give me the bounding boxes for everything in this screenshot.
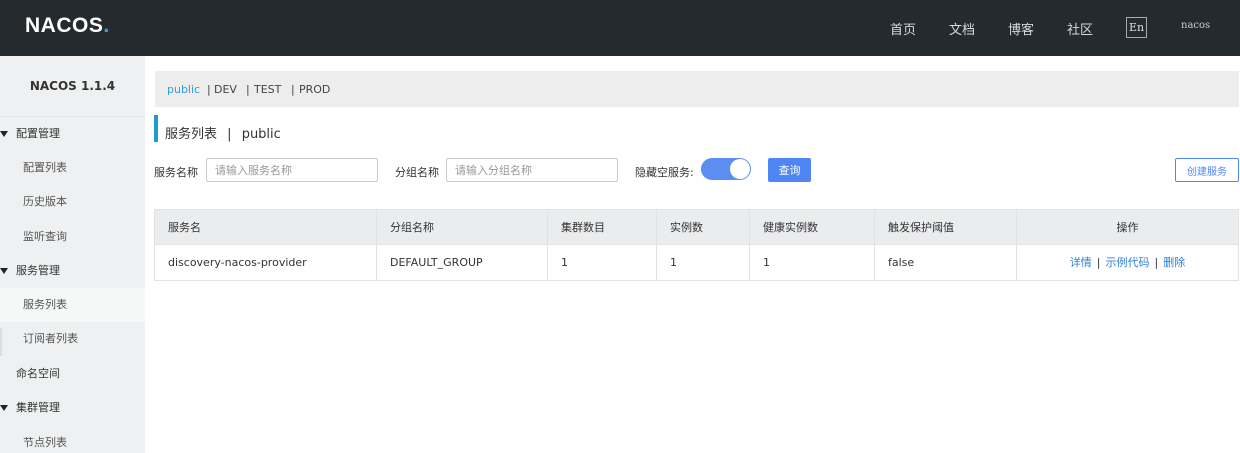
group-name-input[interactable]	[446, 158, 618, 182]
cell-group-name: DEFAULT_GROUP	[377, 245, 548, 280]
sidebar-group-config[interactable]: 配置管理	[0, 117, 145, 151]
nav-blog[interactable]: 博客	[1008, 19, 1034, 38]
cell-instance-count: 1	[657, 245, 750, 280]
namespace-test[interactable]: TEST	[254, 83, 281, 96]
language-switch[interactable]: En	[1126, 17, 1147, 38]
column-header: 分组名称	[377, 210, 548, 245]
sidebar: NACOS 1.1.4 配置管理 配置列表 历史版本 监听查询 服务管理 服务列…	[0, 56, 145, 453]
namespace-prod[interactable]: PROD	[299, 83, 330, 96]
sidebar-item-service-list[interactable]: 服务列表	[0, 288, 145, 322]
sidebar-item-history[interactable]: 历史版本	[0, 185, 145, 219]
logo-text: NACOS	[25, 14, 104, 37]
cell-service-name: discovery-nacos-provider	[155, 245, 377, 280]
service-name-input[interactable]	[206, 158, 378, 182]
nav-docs[interactable]: 文档	[949, 19, 975, 38]
service-table: 服务名 分组名称 集群数目 实例数 健康实例数 触发保护阈值 操作 discov…	[154, 209, 1239, 281]
sidebar-item-node-list[interactable]: 节点列表	[0, 426, 145, 453]
sidebar-group-label: 集群管理	[16, 401, 60, 414]
namespace-separator: |	[207, 83, 211, 96]
sidebar-group-service[interactable]: 服务管理	[0, 254, 145, 288]
column-header: 集群数目	[548, 210, 657, 245]
column-header: 实例数	[657, 210, 750, 245]
nav-home[interactable]: 首页	[890, 19, 916, 38]
cell-cluster-count: 1	[548, 245, 657, 280]
namespace-dev[interactable]: DEV	[214, 83, 237, 96]
sidebar-item-label: 订阅者列表	[23, 332, 78, 345]
title-accent-bar	[154, 115, 158, 142]
caret-down-icon	[0, 268, 8, 274]
detail-link[interactable]: 详情	[1070, 256, 1092, 269]
namespace-separator: |	[246, 83, 250, 96]
table-row: discovery-nacos-provider DEFAULT_GROUP 1…	[155, 245, 1238, 280]
sample-code-link[interactable]: 示例代码	[1106, 256, 1150, 269]
page-title: 服务列表 | public	[165, 123, 281, 142]
column-header: 服务名	[155, 210, 377, 245]
sidebar-group-label: 服务管理	[16, 264, 60, 277]
nacos-logo[interactable]: NACOS.	[25, 14, 110, 38]
caret-down-icon	[0, 131, 8, 137]
cell-healthy-count: 1	[750, 245, 875, 280]
sidebar-item-subscriber-list[interactable]: 订阅者列表	[0, 322, 145, 356]
page-title-text: 服务列表	[165, 127, 218, 142]
page-title-namespace: public	[241, 127, 281, 142]
group-name-label: 分组名称	[395, 166, 439, 179]
namespace-separator: |	[291, 83, 295, 96]
cell-actions: 详情 | 示例代码 | 删除	[1017, 245, 1238, 280]
caret-down-icon	[0, 405, 8, 411]
column-header: 操作	[1116, 221, 1139, 234]
action-separator: |	[1096, 256, 1101, 269]
sidebar-group-cluster[interactable]: 集群管理	[0, 391, 145, 425]
column-header: 触发保护阈值	[875, 210, 1017, 245]
namespace-bar: public | DEV | TEST | PROD	[155, 71, 1239, 107]
action-separator: |	[1154, 256, 1159, 269]
namespace-public[interactable]: public	[167, 83, 200, 96]
toggle-knob	[730, 159, 750, 179]
query-button[interactable]: 查询	[768, 158, 811, 182]
create-service-button[interactable]: 创建服务	[1175, 158, 1239, 182]
sidebar-item-config-list[interactable]: 配置列表	[0, 151, 145, 185]
service-name-label: 服务名称	[154, 166, 198, 179]
cell-protect-threshold: false	[875, 245, 1017, 280]
sidebar-item-namespace[interactable]: 命名空间	[16, 357, 60, 391]
hide-empty-toggle[interactable]	[701, 158, 751, 180]
sidebar-title: NACOS 1.1.4	[0, 56, 145, 117]
sidebar-group-label: 配置管理	[16, 127, 60, 140]
top-nav-bar: NACOS. 首页 文档 博客 社区 En nacos	[0, 0, 1240, 56]
column-header: 健康实例数	[750, 210, 875, 245]
delete-link[interactable]: 删除	[1163, 256, 1185, 269]
user-name[interactable]: nacos	[1181, 20, 1210, 31]
scroll-indicator	[0, 328, 2, 356]
hide-empty-label: 隐藏空服务:	[635, 166, 694, 179]
table-header: 服务名 分组名称 集群数目 实例数 健康实例数 触发保护阈值 操作	[155, 210, 1238, 245]
logo-dot: .	[103, 14, 110, 37]
page-title-separator: |	[227, 127, 232, 142]
sidebar-item-listener-query[interactable]: 监听查询	[0, 220, 145, 254]
nav-community[interactable]: 社区	[1067, 19, 1093, 38]
